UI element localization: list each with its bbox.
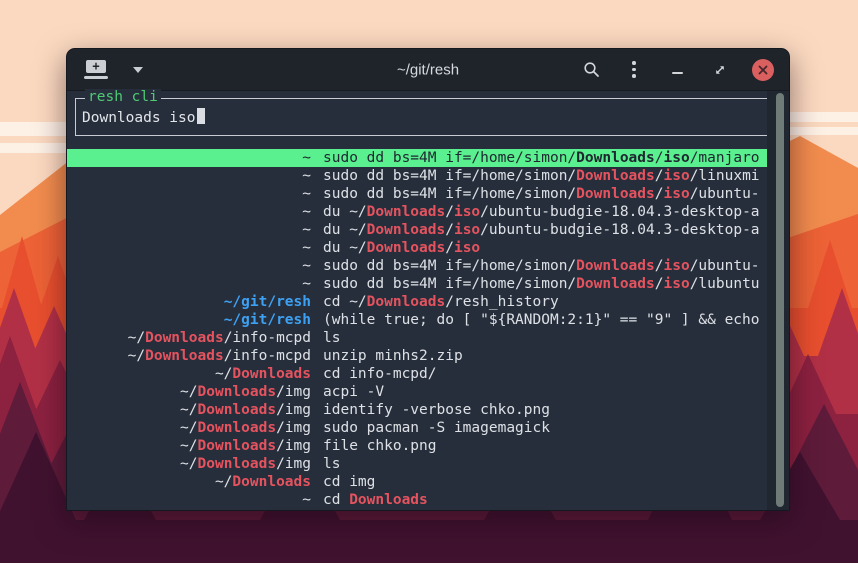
row-command: sudo dd bs=4M if=/home/simon/Downloads/i… bbox=[323, 167, 760, 185]
history-row[interactable]: ~/Downloads/img ls bbox=[67, 455, 769, 473]
row-context: ~/Downloads/img bbox=[75, 437, 311, 455]
history-row[interactable]: ~ sudo dd bs=4M if=/home/simon/Downloads/… bbox=[67, 185, 769, 203]
history-row[interactable]: ~ cd Downloads bbox=[67, 491, 769, 509]
history-row[interactable]: ~ sudo dd bs=4M if=/home/simon/Downloads/… bbox=[67, 167, 769, 185]
history-row[interactable]: ~ sudo dd bs=4M if=/home/simon/Downloads/… bbox=[67, 275, 769, 293]
restore-button[interactable] bbox=[707, 57, 733, 83]
row-command: unzip minhs2.zip bbox=[323, 347, 463, 365]
history-row[interactable]: ~ du ~/Downloads/iso/ubuntu-budgie-18.04.… bbox=[67, 203, 769, 221]
terminal-new-tab-icon: + bbox=[84, 60, 108, 79]
history-row[interactable]: ~/Downloads/img file chko.png bbox=[67, 437, 769, 455]
row-command: cd img bbox=[323, 473, 375, 491]
row-context: ~/git/resh bbox=[75, 293, 311, 311]
resh-panel-title: resh cli bbox=[85, 89, 161, 106]
search-query-text: Downloads iso bbox=[82, 110, 196, 126]
history-row[interactable]: ~/Downloads/img identify -verbose chko.pn… bbox=[67, 401, 769, 419]
history-row[interactable]: ~/Downloads/info-mcpd unzip minhs2.zip bbox=[67, 347, 769, 365]
row-context: ~ bbox=[75, 203, 311, 221]
row-command: sudo dd bs=4M if=/home/simon/Downloads/i… bbox=[323, 275, 760, 293]
terminal-content: resh cli Downloads iso ~ sudo dd bs=4M if… bbox=[67, 91, 789, 511]
scrollbar[interactable] bbox=[767, 91, 789, 511]
window-title: ~/git/resh bbox=[397, 61, 459, 78]
scrollbar-thumb[interactable] bbox=[776, 93, 784, 507]
row-context: ~ bbox=[75, 149, 311, 167]
history-row[interactable]: ~ du ~/Downloads/iso bbox=[67, 239, 769, 257]
history-row[interactable]: ~ du ~/Downloads/iso/ubuntu-budgie-18.04.… bbox=[67, 221, 769, 239]
row-context: ~/Downloads bbox=[75, 365, 311, 383]
titlebar: + ~/git/resh bbox=[67, 49, 789, 91]
row-context: ~/Downloads/img bbox=[75, 419, 311, 437]
new-tab-button[interactable]: + bbox=[83, 57, 109, 83]
row-context: ~/Downloads/info-mcpd bbox=[75, 329, 311, 347]
history-row[interactable]: ~/git/resh cd ~/Downloads/resh_history bbox=[67, 293, 769, 311]
kebab-menu-icon bbox=[632, 61, 636, 78]
search-button[interactable] bbox=[578, 57, 604, 83]
row-context: ~ bbox=[75, 239, 311, 257]
history-row[interactable]: ~/Downloads cd info-mcpd/ bbox=[67, 365, 769, 383]
row-context: ~/Downloads/info-mcpd bbox=[75, 347, 311, 365]
minimize-button[interactable] bbox=[664, 57, 690, 83]
history-row[interactable]: ~/Downloads/img acpi -V bbox=[67, 383, 769, 401]
resh-search-panel: resh cli Downloads iso bbox=[75, 98, 776, 136]
close-button[interactable] bbox=[750, 57, 776, 83]
row-context: ~/Downloads bbox=[75, 473, 311, 491]
row-context: ~ bbox=[75, 221, 311, 239]
row-context: ~/Downloads/img bbox=[75, 401, 311, 419]
history-row[interactable]: ~/Downloads cd img bbox=[67, 473, 769, 491]
row-context: ~/git/resh bbox=[75, 311, 311, 329]
text-cursor-block bbox=[197, 108, 205, 124]
titlebar-left-controls: + bbox=[67, 57, 151, 83]
history-row[interactable]: ~ sudo dd bs=4M if=/home/simon/Downloads/… bbox=[67, 149, 769, 167]
tab-dropdown-button[interactable] bbox=[125, 57, 151, 83]
row-context: ~ bbox=[75, 185, 311, 203]
terminal-window: + ~/git/resh bbox=[66, 48, 790, 511]
row-context: ~ bbox=[75, 275, 311, 293]
menu-button[interactable] bbox=[621, 57, 647, 83]
row-context: ~ bbox=[75, 167, 311, 185]
restore-window-icon bbox=[714, 64, 726, 76]
row-command: sudo dd bs=4M if=/home/simon/Downloads/i… bbox=[323, 149, 760, 167]
row-command: ls bbox=[323, 329, 340, 347]
row-context: ~ bbox=[75, 257, 311, 275]
close-icon bbox=[752, 59, 774, 81]
row-command: cd ~/Downloads/resh_history bbox=[323, 293, 559, 311]
row-command: acpi -V bbox=[323, 383, 384, 401]
history-list: ~ sudo dd bs=4M if=/home/simon/Downloads/… bbox=[67, 149, 790, 509]
row-command: sudo dd bs=4M if=/home/simon/Downloads/i… bbox=[323, 257, 760, 275]
search-input[interactable]: Downloads iso bbox=[82, 108, 205, 126]
row-command: sudo pacman -S imagemagick bbox=[323, 419, 550, 437]
chevron-down-icon bbox=[133, 67, 143, 73]
row-command: file chko.png bbox=[323, 437, 437, 455]
history-row[interactable]: ~/Downloads/info-mcpd ls bbox=[67, 329, 769, 347]
history-row[interactable]: ~ sudo dd bs=4M if=/home/simon/Downloads/… bbox=[67, 257, 769, 275]
history-row[interactable]: ~/git/resh (while true; do [ "${RANDOM:2:… bbox=[67, 311, 769, 329]
history-row[interactable]: ~/Downloads/img sudo pacman -S imagemagic… bbox=[67, 419, 769, 437]
row-command: du ~/Downloads/iso/ubuntu-budgie-18.04.3… bbox=[323, 221, 760, 239]
row-context: ~ bbox=[75, 491, 311, 509]
row-command: cd info-mcpd/ bbox=[323, 365, 437, 383]
row-context: ~/Downloads/img bbox=[75, 455, 311, 473]
row-command: (while true; do [ "${RANDOM:2:1}" == "9"… bbox=[323, 311, 760, 329]
row-command: du ~/Downloads/iso bbox=[323, 239, 480, 257]
magnifier-icon bbox=[583, 61, 600, 78]
titlebar-right-controls bbox=[578, 57, 789, 83]
row-command: du ~/Downloads/iso/ubuntu-budgie-18.04.3… bbox=[323, 203, 760, 221]
row-command: ls bbox=[323, 455, 340, 473]
row-command: identify -verbose chko.png bbox=[323, 401, 550, 419]
row-command: cd Downloads bbox=[323, 491, 428, 509]
row-command: sudo dd bs=4M if=/home/simon/Downloads/i… bbox=[323, 185, 760, 203]
minimize-icon bbox=[672, 72, 683, 74]
row-context: ~/Downloads/img bbox=[75, 383, 311, 401]
